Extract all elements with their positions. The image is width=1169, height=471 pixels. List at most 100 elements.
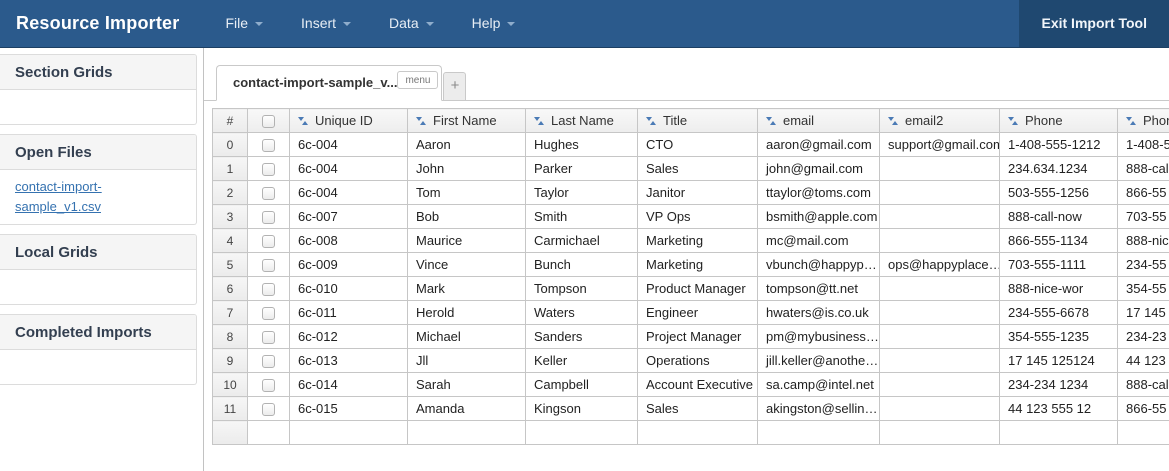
row-checkbox[interactable] (262, 283, 275, 296)
row-number[interactable]: 4 (213, 229, 248, 253)
row-number[interactable]: 5 (213, 253, 248, 277)
cell-email[interactable]: ttaylor@toms.com (758, 181, 880, 205)
cell-id[interactable]: 6c-004 (290, 181, 408, 205)
row-number[interactable]: 11 (213, 397, 248, 421)
cell-empty[interactable] (526, 421, 638, 445)
cell-phone[interactable]: 234.634.1234 (1000, 157, 1118, 181)
cell-email[interactable]: john@gmail.com (758, 157, 880, 181)
row-number[interactable]: 2 (213, 181, 248, 205)
row-number[interactable]: 9 (213, 349, 248, 373)
cell-email[interactable]: aaron@gmail.com (758, 133, 880, 157)
cell-title[interactable]: Sales (638, 397, 758, 421)
row-checkbox[interactable] (262, 163, 275, 176)
cell-title[interactable]: Engineer (638, 301, 758, 325)
cell-empty[interactable] (1118, 421, 1169, 445)
cell-phone2[interactable]: 234-55 (1118, 253, 1169, 277)
cell-empty[interactable] (880, 421, 1000, 445)
row-checkbox[interactable] (262, 187, 275, 200)
row-number-header[interactable]: # (213, 109, 248, 133)
cell-id[interactable]: 6c-010 (290, 277, 408, 301)
cell-phone[interactable]: 888-nice-wor (1000, 277, 1118, 301)
row-checkbox[interactable] (262, 139, 275, 152)
cell-phone2[interactable]: 44 123 (1118, 349, 1169, 373)
cell-email[interactable]: tompson@tt.net (758, 277, 880, 301)
row-number[interactable]: 1 (213, 157, 248, 181)
cell-last[interactable]: Kingson (526, 397, 638, 421)
cell-email2[interactable]: ops@happyplace… (880, 253, 1000, 277)
cell-phone2[interactable]: 17 145 (1118, 301, 1169, 325)
column-header-email[interactable]: email (758, 109, 880, 133)
cell-phone2[interactable]: 888-nic (1118, 229, 1169, 253)
row-checkbox[interactable] (262, 307, 275, 320)
row-number[interactable]: 0 (213, 133, 248, 157)
cell-last[interactable]: Carmichael (526, 229, 638, 253)
cell-first[interactable]: Aaron (408, 133, 526, 157)
cell-empty[interactable] (638, 421, 758, 445)
cell-last[interactable]: Waters (526, 301, 638, 325)
cell-title[interactable]: Product Manager (638, 277, 758, 301)
cell-email2[interactable] (880, 277, 1000, 301)
cell-phone[interactable]: 1-408-555-1212 (1000, 133, 1118, 157)
cell-id[interactable]: 6c-015 (290, 397, 408, 421)
row-number[interactable]: 10 (213, 373, 248, 397)
cell-phone[interactable]: 44 123 555 12 (1000, 397, 1118, 421)
cell-last[interactable]: Hughes (526, 133, 638, 157)
cell-phone2[interactable]: 866-55 (1118, 181, 1169, 205)
cell-title[interactable]: Operations (638, 349, 758, 373)
cell-empty[interactable] (758, 421, 880, 445)
cell-phone2[interactable]: 354-55 (1118, 277, 1169, 301)
column-header-last-name[interactable]: Last Name (526, 109, 638, 133)
tab-active-file[interactable]: contact-import-sample_v... menu (216, 65, 442, 101)
column-header-phone[interactable]: Phone (1118, 109, 1169, 133)
cell-email2[interactable] (880, 229, 1000, 253)
cell-last[interactable]: Bunch (526, 253, 638, 277)
cell-email[interactable]: pm@mybusiness… (758, 325, 880, 349)
cell-email2[interactable] (880, 301, 1000, 325)
cell-email[interactable]: jill.keller@anothe… (758, 349, 880, 373)
cell-phone2[interactable]: 888-cal (1118, 373, 1169, 397)
cell-phone2[interactable]: 888-cal (1118, 157, 1169, 181)
cell-last[interactable]: Smith (526, 205, 638, 229)
select-all-header[interactable] (248, 109, 290, 133)
cell-email2[interactable] (880, 349, 1000, 373)
cell-first[interactable]: Amanda (408, 397, 526, 421)
cell-first[interactable]: John (408, 157, 526, 181)
row-checkbox[interactable] (262, 235, 275, 248)
cell-id[interactable]: 6c-008 (290, 229, 408, 253)
row-number[interactable]: 7 (213, 301, 248, 325)
cell-empty[interactable] (408, 421, 526, 445)
cell-email[interactable]: sa.camp@intel.net (758, 373, 880, 397)
cell-phone2[interactable]: 1-408-5 (1118, 133, 1169, 157)
menu-help[interactable]: Help (453, 0, 535, 47)
column-header-unique-id[interactable]: Unique ID (290, 109, 408, 133)
cell-first[interactable]: Jll (408, 349, 526, 373)
cell-title[interactable]: Account Executive (638, 373, 758, 397)
cell-phone[interactable]: 503-555-1256 (1000, 181, 1118, 205)
select-all-checkbox[interactable] (262, 115, 275, 128)
cell-first[interactable]: Bob (408, 205, 526, 229)
cell-last[interactable]: Parker (526, 157, 638, 181)
cell-last[interactable]: Campbell (526, 373, 638, 397)
cell-id[interactable]: 6c-014 (290, 373, 408, 397)
row-checkbox[interactable] (262, 211, 275, 224)
cell-email[interactable]: vbunch@happyp… (758, 253, 880, 277)
column-header-title[interactable]: Title (638, 109, 758, 133)
cell-phone[interactable]: 866-555-1134 (1000, 229, 1118, 253)
cell-email2[interactable] (880, 157, 1000, 181)
cell-empty[interactable] (1000, 421, 1118, 445)
cell-id[interactable]: 6c-011 (290, 301, 408, 325)
cell-first[interactable]: Tom (408, 181, 526, 205)
row-number[interactable]: 8 (213, 325, 248, 349)
column-header-first-name[interactable]: First Name (408, 109, 526, 133)
cell-email2[interactable] (880, 205, 1000, 229)
cell-email2[interactable]: support@gmail.com (880, 133, 1000, 157)
cell-id[interactable]: 6c-004 (290, 133, 408, 157)
cell-email2[interactable] (880, 397, 1000, 421)
column-header-phone[interactable]: Phone (1000, 109, 1118, 133)
cell-last[interactable]: Tompson (526, 277, 638, 301)
cell-id[interactable]: 6c-004 (290, 157, 408, 181)
row-checkbox[interactable] (262, 379, 275, 392)
cell-first[interactable]: Herold (408, 301, 526, 325)
cell-phone2[interactable]: 234-23 (1118, 325, 1169, 349)
cell-phone[interactable]: 234-234 1234 (1000, 373, 1118, 397)
